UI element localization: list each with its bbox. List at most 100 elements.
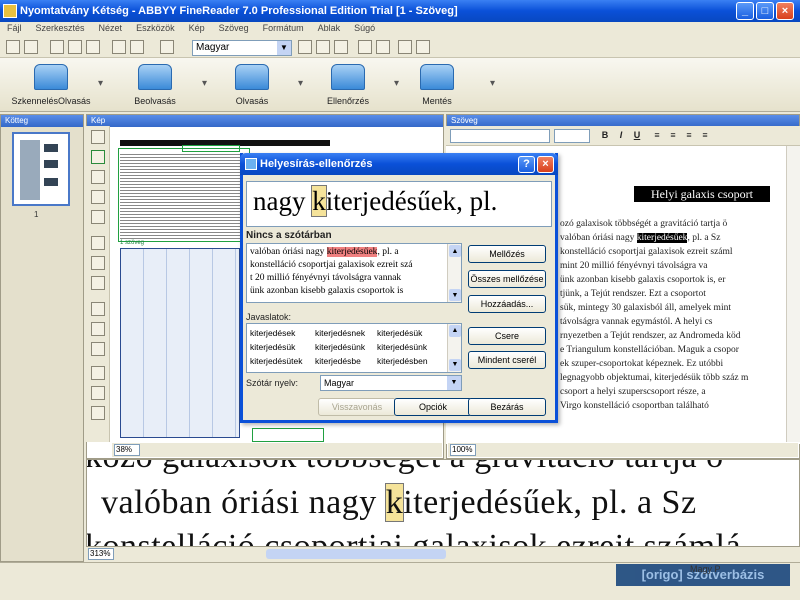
maximize-button[interactable]: □ <box>756 2 774 20</box>
font-size-select[interactable] <box>554 129 590 143</box>
options-button[interactable]: Opciók <box>394 398 472 416</box>
zoom-in-icon[interactable] <box>91 386 105 400</box>
text-area-icon[interactable] <box>91 150 105 164</box>
menu-window[interactable]: Ablak <box>311 22 348 34</box>
scroll-down-icon[interactable]: ▼ <box>449 359 461 371</box>
suggestion-item[interactable]: kiterjedésük <box>250 342 295 352</box>
dictionary-language-select[interactable]: Magyar ▼ <box>320 375 462 391</box>
replace-button[interactable]: Csere <box>468 327 546 345</box>
paste-icon[interactable] <box>86 40 100 54</box>
menu-view[interactable]: Nézet <box>92 22 130 34</box>
menu-file[interactable]: Fájl <box>0 22 29 34</box>
delete-area-icon[interactable] <box>91 276 105 290</box>
read-button[interactable]: Olvasás <box>207 58 297 112</box>
menu-text[interactable]: Szöveg <box>212 22 256 34</box>
scroll-up-icon[interactable]: ▲ <box>449 325 461 337</box>
align-center-icon[interactable]: ≡ <box>666 129 680 142</box>
pointer-icon[interactable] <box>91 210 105 224</box>
vertical-line-icon[interactable] <box>91 322 105 336</box>
style-select[interactable] <box>450 129 550 143</box>
replace-all-button[interactable]: Mindent cserél <box>468 351 546 369</box>
heading-area-frame[interactable] <box>182 145 240 152</box>
suggestion-item[interactable]: kiterjedésbe <box>315 356 361 366</box>
align-right-icon[interactable]: ≡ <box>682 129 696 142</box>
ignore-all-button[interactable]: Összes mellőzése <box>468 270 546 288</box>
underline-button[interactable]: U <box>630 129 644 142</box>
text-area-frame[interactable] <box>118 148 250 242</box>
context-scrollbar[interactable]: ▲ ▼ <box>447 244 461 302</box>
horizontal-line-icon[interactable] <box>91 342 105 356</box>
text-scrollbar[interactable] <box>786 146 800 442</box>
text-line: távolságra vannak egymástól. A helyi cs <box>560 317 713 327</box>
menu-image[interactable]: Kép <box>182 22 212 34</box>
select-icon[interactable] <box>91 130 105 144</box>
scroll-up-icon[interactable]: ▲ <box>449 245 461 257</box>
undo-button[interactable]: Visszavonás <box>318 398 396 416</box>
open-icon[interactable] <box>24 40 38 54</box>
suggestion-item[interactable]: kiterjedések <box>250 328 295 338</box>
dialog-close-text-button[interactable]: Bezárás <box>468 398 546 416</box>
dialog-help-button[interactable]: ? <box>518 156 535 173</box>
layout-icon[interactable] <box>316 40 330 54</box>
suggestions-list[interactable]: kiterjedések kiterjedésnek kiterjedésük … <box>246 323 462 373</box>
menu-tools[interactable]: Eszközök <box>129 22 182 34</box>
menu-format[interactable]: Formátum <box>256 22 311 34</box>
italic-button[interactable]: I <box>614 129 628 142</box>
copy-icon[interactable] <box>68 40 82 54</box>
picture-area-icon[interactable] <box>91 190 105 204</box>
align-left-icon[interactable]: ≡ <box>650 129 664 142</box>
undo-icon[interactable] <box>112 40 126 54</box>
menu-help[interactable]: Súgó <box>347 22 382 34</box>
options-icon[interactable] <box>398 40 412 54</box>
cut-area-icon[interactable] <box>91 256 105 270</box>
zoom-icon[interactable] <box>160 40 174 54</box>
suggestions-scrollbar[interactable]: ▲ ▼ <box>447 324 461 372</box>
dropdown-arrow-icon[interactable]: ▾ <box>98 78 103 89</box>
redo-icon[interactable] <box>130 40 144 54</box>
image-zoom-select[interactable]: 38% <box>114 444 140 456</box>
language-select[interactable]: Magyar ▼ <box>192 40 292 56</box>
zoom-out-icon[interactable] <box>91 406 105 420</box>
panes-icon[interactable] <box>334 40 348 54</box>
page-thumbnail[interactable] <box>12 132 70 206</box>
save-button[interactable]: Mentés <box>392 58 482 112</box>
text-heading[interactable]: Helyi galaxis csoport <box>634 186 770 202</box>
menu-edit[interactable]: Szerkesztés <box>29 22 92 34</box>
justify-icon[interactable]: ≡ <box>698 129 712 142</box>
close-button[interactable]: × <box>776 2 794 20</box>
suggestion-item[interactable]: kiterjedésben <box>377 356 428 366</box>
horizontal-scrollbar[interactable] <box>266 549 446 559</box>
scan-read-button[interactable]: SzkennelésOlvasás <box>6 58 96 112</box>
zoom-window[interactable]: kozó galaxisok többségét a gravitáció ta… <box>86 459 800 547</box>
zoom-window-select[interactable]: 313% <box>88 548 114 560</box>
order-icon[interactable] <box>91 302 105 316</box>
cut-icon[interactable] <box>50 40 64 54</box>
dropdown-arrow-icon[interactable]: ▾ <box>490 78 495 89</box>
suggestion-item[interactable]: kiterjedésütek <box>250 356 302 366</box>
text-area-frame-2[interactable] <box>252 428 324 442</box>
text-zoom-select[interactable]: 100% <box>450 444 476 456</box>
table-area-icon[interactable] <box>91 170 105 184</box>
add-area-icon[interactable] <box>91 236 105 250</box>
suggestion-item[interactable]: kiterjedésnek <box>315 328 365 338</box>
suggestion-item[interactable]: kiterjedésük <box>377 328 422 338</box>
eraser-icon[interactable] <box>91 366 105 380</box>
columns-icon[interactable] <box>358 40 372 54</box>
scroll-down-icon[interactable]: ▼ <box>449 289 461 301</box>
table-icon[interactable] <box>376 40 390 54</box>
suggestion-item[interactable]: kiterjedésünk <box>377 342 427 352</box>
ignore-button[interactable]: Mellőzés <box>468 245 546 263</box>
dialog-close-button[interactable]: × <box>537 156 554 173</box>
image-pane-title: Kép <box>87 115 443 127</box>
minimize-button[interactable]: _ <box>736 2 754 20</box>
help-icon[interactable] <box>416 40 430 54</box>
new-icon[interactable] <box>6 40 20 54</box>
add-to-dictionary-button[interactable]: Hozzáadás... <box>468 295 546 313</box>
scan-button[interactable]: Beolvasás <box>110 58 200 112</box>
view-icon[interactable] <box>298 40 312 54</box>
suggestion-item[interactable]: kiterjedésünk <box>315 342 365 352</box>
context-textbox[interactable]: valóban óriási nagy kiterjedésűek, pl. a… <box>246 243 462 303</box>
bold-button[interactable]: B <box>598 129 612 142</box>
dictionary-language-label: Szótár nyelv: <box>246 378 299 388</box>
check-button[interactable]: Ellenőrzés <box>303 58 393 112</box>
